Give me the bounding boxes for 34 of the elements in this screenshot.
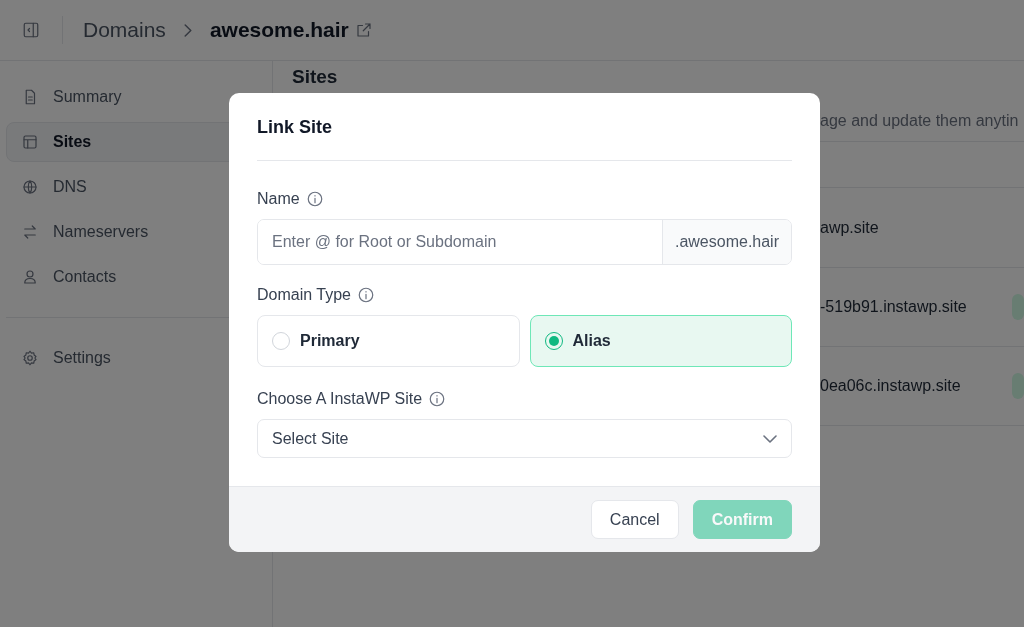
table-cell-text: awp.site <box>820 217 879 238</box>
layout-icon <box>21 133 39 151</box>
page-subtitle: age and update them anytin <box>820 112 1019 129</box>
page-heading: Sites <box>291 65 339 89</box>
radio-option[interactable]: Alias <box>529 315 792 367</box>
info-icon <box>305 190 324 208</box>
dialog-title: Link Site <box>257 93 792 161</box>
info-icon <box>357 286 375 304</box>
sidebar-item[interactable]: Settings <box>6 338 246 378</box>
chevron-down-icon <box>763 434 777 443</box>
sidebar-toggle-icon[interactable] <box>22 21 40 39</box>
chevron-right-icon <box>183 23 192 37</box>
site-select-dropdown[interactable]: Select Site <box>257 419 792 458</box>
table-cell-text: -519b91.instawp.site <box>820 297 967 317</box>
sidebar-item[interactable]: Contacts <box>6 257 246 297</box>
field-label: Choose A InstaWP Site <box>257 389 423 409</box>
external-link-icon[interactable] <box>354 21 373 39</box>
name-input-field[interactable]: Enter @ for Root or Subdomain .awesome.hair <box>257 219 792 265</box>
field-label: Domain Type <box>257 285 351 305</box>
breadcrumb-link[interactable]: Domains <box>83 14 166 46</box>
cancel-button[interactable]: Cancel <box>590 500 679 539</box>
sidebar-item[interactable]: Summary <box>6 77 246 117</box>
table-cell-text: 0ea06c.instawp.site <box>820 376 961 396</box>
sidebar-item[interactable]: Nameservers <box>6 212 246 252</box>
swap-arrows-icon <box>21 223 39 241</box>
globe-icon <box>21 178 39 196</box>
field-label: Name <box>257 189 300 209</box>
radio-option[interactable]: Primary <box>257 315 520 367</box>
info-icon <box>428 390 447 408</box>
user-icon <box>21 268 39 286</box>
breadcrumb-current: awesome.hair <box>209 17 349 44</box>
gear-icon <box>21 349 39 367</box>
domain-suffix: .awesome.hair <box>661 220 791 264</box>
sidebar-item[interactable]: DNS <box>6 167 246 207</box>
